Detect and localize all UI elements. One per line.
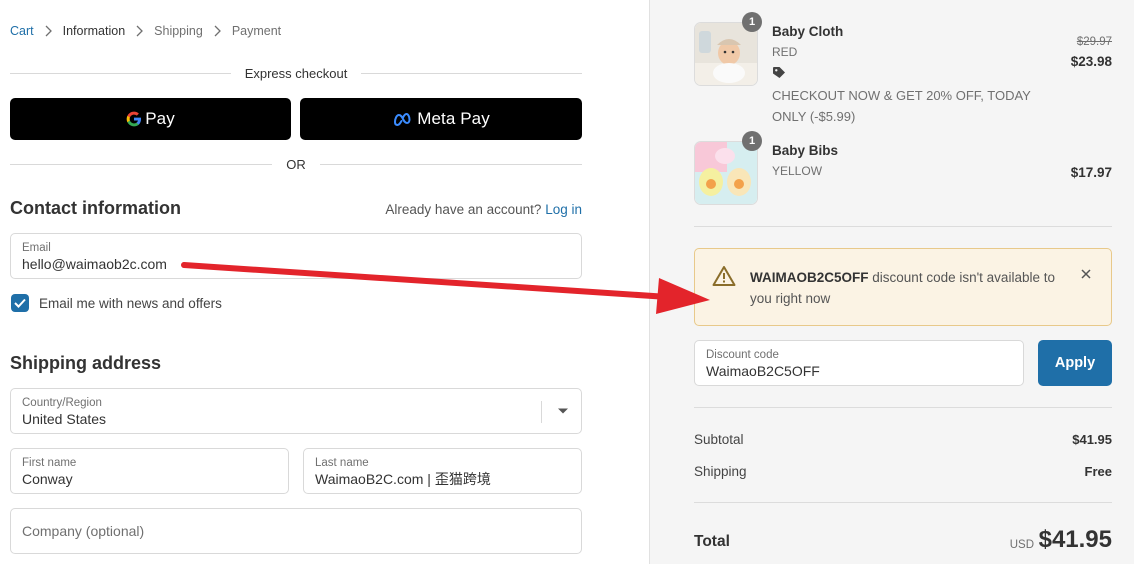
shipping-label: Shipping	[694, 464, 747, 479]
product-price: $17.97	[1070, 165, 1112, 180]
product-name: Baby Cloth	[772, 24, 844, 39]
product-variant: YELLOW	[772, 164, 823, 178]
warning-icon	[712, 266, 736, 286]
company-field[interactable]: Company (optional)	[10, 508, 582, 554]
google-g-icon	[126, 111, 142, 127]
first-name-label: First name	[22, 457, 77, 469]
divider-line	[10, 73, 231, 74]
last-name-field[interactable]: Last name WaimaoB2C.com | 歪猫跨境	[303, 448, 582, 494]
total-label: Total	[694, 533, 730, 550]
chevron-down-icon	[558, 408, 568, 414]
summary-divider	[694, 407, 1112, 408]
email-field[interactable]: Email hello@waimaob2c.com	[10, 233, 582, 279]
email-field-label: Email	[22, 242, 51, 254]
product-discount-note: CHECKOUT NOW & GET 20% OFF, TODAY ONLY (…	[772, 88, 1031, 124]
product-price: $23.98	[1070, 54, 1112, 69]
chevron-right-icon	[45, 25, 52, 37]
breadcrumb-information: Information	[62, 24, 126, 38]
total-amount: $41.95	[1038, 526, 1112, 553]
express-checkout-divider: Express checkout	[10, 66, 583, 81]
newsletter-checkbox-row[interactable]: Email me with news and offers	[11, 294, 222, 312]
summary-divider	[694, 226, 1112, 227]
discount-alert-code: WAIMAOB2C5OFF	[750, 270, 869, 285]
first-name-field[interactable]: First name Conway	[10, 448, 289, 494]
company-placeholder[interactable]: Company (optional)	[22, 523, 144, 539]
shipping-address-title: Shipping address	[10, 353, 162, 373]
tag-icon	[773, 67, 785, 78]
first-name-value[interactable]: Conway	[22, 470, 277, 488]
baby-cloth-image	[695, 23, 757, 85]
google-pay-label: Pay	[145, 109, 175, 128]
discount-code-label: Discount code	[706, 349, 779, 361]
breadcrumb-shipping: Shipping	[154, 24, 203, 38]
divider-line	[361, 73, 583, 74]
checkout-form-column: Cart Information Shipping Payment Expres…	[0, 0, 649, 564]
quantity-badge: 1	[742, 12, 762, 32]
shipping-row: Shipping Free	[694, 464, 1112, 479]
divider-line	[319, 164, 582, 165]
express-checkout-title: Express checkout	[244, 66, 348, 81]
select-separator	[541, 401, 542, 423]
product-name: Baby Bibs	[772, 143, 839, 158]
chevron-right-icon	[136, 25, 144, 37]
email-field-value[interactable]: hello@waimaob2c.com	[22, 255, 570, 273]
meta-pay-label: Meta Pay	[417, 109, 490, 128]
or-label: OR	[286, 157, 306, 172]
last-name-label: Last name	[315, 457, 369, 469]
newsletter-checkbox-label: Email me with news and offers	[39, 295, 222, 311]
login-prompt: Already have an account? Log in	[385, 202, 582, 217]
discount-code-field[interactable]: Discount code WaimaoB2C5OFF	[694, 340, 1024, 386]
newsletter-checkbox[interactable]	[11, 294, 29, 312]
baby-bibs-image	[695, 142, 757, 204]
check-icon	[14, 298, 26, 308]
country-select-label: Country/Region	[22, 397, 102, 409]
login-prompt-text: Already have an account?	[385, 202, 542, 217]
or-divider: OR	[10, 157, 582, 172]
breadcrumb-cart[interactable]: Cart	[10, 24, 34, 38]
country-select-value[interactable]: United States	[22, 410, 570, 428]
apply-button[interactable]: Apply	[1038, 340, 1112, 386]
subtotal-label: Subtotal	[694, 432, 744, 447]
quantity-badge: 1	[742, 131, 762, 151]
subtotal-row: Subtotal $41.95	[694, 432, 1112, 447]
meta-icon	[394, 112, 411, 126]
close-icon[interactable]	[1081, 269, 1091, 279]
discount-code-value[interactable]: WaimaoB2C5OFF	[706, 362, 1012, 380]
shipping-value: Free	[1084, 464, 1112, 479]
product-original-price: $29.97	[1076, 36, 1112, 48]
breadcrumb-payment: Payment	[231, 24, 282, 38]
last-name-value[interactable]: WaimaoB2C.com | 歪猫跨境	[315, 470, 570, 488]
discount-alert-message: WAIMAOB2C5OFF discount code isn't availa…	[750, 267, 1060, 309]
divider-line	[10, 164, 273, 165]
login-link[interactable]: Log in	[545, 202, 582, 217]
google-pay-button[interactable]: Pay	[10, 98, 291, 140]
summary-divider	[694, 502, 1112, 503]
country-select[interactable]: Country/Region United States	[10, 388, 582, 434]
discount-alert: WAIMAOB2C5OFF discount code isn't availa…	[694, 248, 1112, 326]
meta-pay-button[interactable]: Meta Pay	[300, 98, 582, 140]
subtotal-value: $41.95	[1072, 432, 1112, 447]
breadcrumb: Cart Information Shipping Payment	[10, 24, 281, 38]
total-currency: USD	[1009, 539, 1034, 551]
product-variant: RED	[772, 45, 798, 59]
chevron-right-icon	[214, 25, 221, 37]
order-summary-column: 1 Baby Cloth RED CHECKOUT NOW & GET 20% …	[649, 0, 1134, 564]
contact-information-title: Contact information	[10, 198, 181, 218]
